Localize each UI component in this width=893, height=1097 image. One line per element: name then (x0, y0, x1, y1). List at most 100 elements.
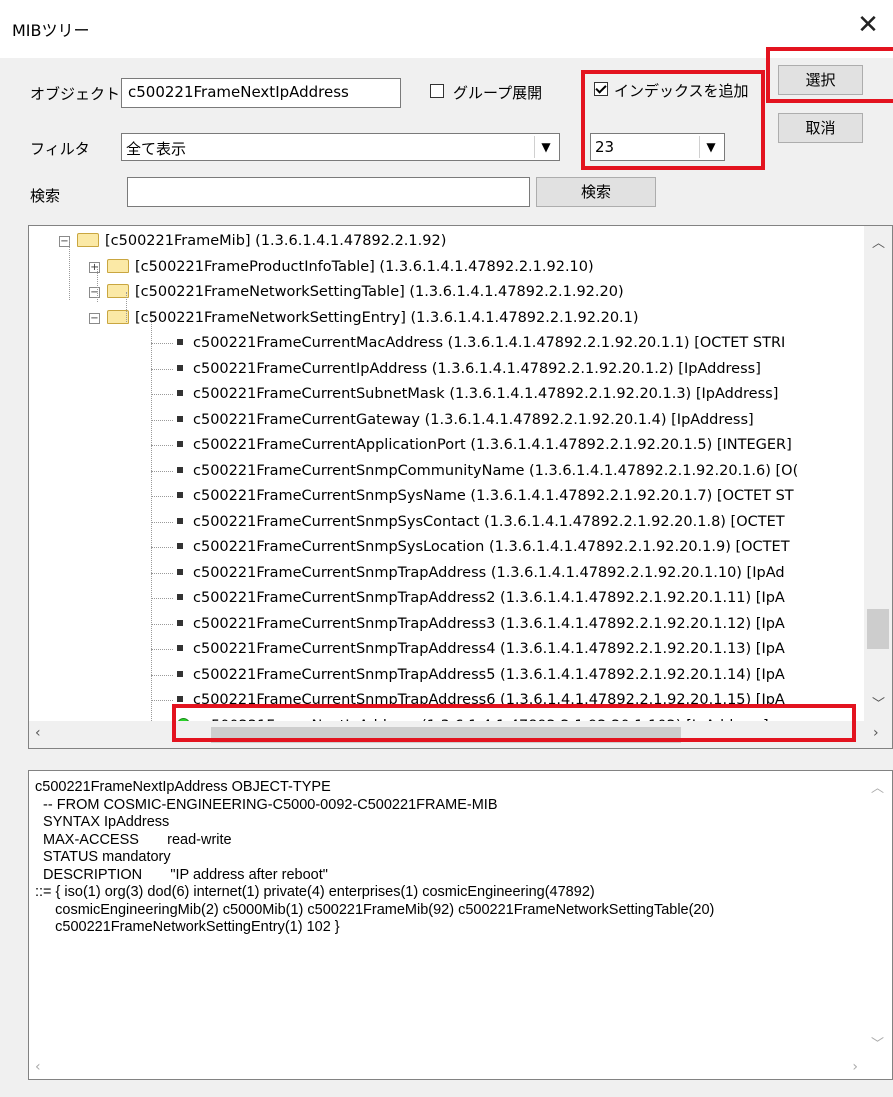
tree-connector (151, 623, 173, 625)
window-title: MIBツリー (12, 21, 90, 40)
mib-description-panel[interactable]: c500221FrameNextIpAddress OBJECT-TYPE --… (28, 770, 893, 1080)
tree-node-label: c500221FrameCurrentSnmpSysContact (1.3.6… (193, 513, 785, 530)
tree-folder-node[interactable]: [c500221FrameMib] (1.3.6.1.4.1.47892.2.1… (77, 229, 446, 253)
leaf-icon (177, 645, 183, 651)
tree-connector (151, 470, 173, 472)
tree-connector (151, 343, 173, 344)
tree-leaf-node[interactable]: c500221FrameCurrentSnmpTrapAddress2 (1.3… (177, 586, 785, 610)
tree-node-label: c500221FrameCurrentSnmpTrapAddress4 (1.3… (193, 641, 785, 657)
tree-connector (151, 598, 173, 599)
tree-folder-node[interactable]: [c500221FrameNetworkSettingTable] (1.3.6… (107, 280, 624, 304)
mib-tree[interactable]: − [c500221FrameMib] (1.3.6.1.4.1.47892.2.… (28, 225, 893, 749)
tree-node-label: [c500221FrameNetworkSettingEntry] (1.3.6… (135, 309, 639, 326)
tree-connector (97, 266, 98, 302)
tree-connector (69, 240, 70, 300)
tree-leaf-node[interactable]: c500221FrameCurrentSnmpSysContact (1.3.6… (177, 510, 785, 534)
chevron-down-icon[interactable]: ▼ (534, 136, 557, 158)
leaf-icon (177, 543, 183, 549)
group-expand-label: グループ展開 (453, 84, 543, 102)
leaf-icon (177, 390, 183, 396)
tree-connector (151, 547, 173, 548)
tree-leaf-node[interactable]: c500221FrameCurrentSnmpCommunityName (1.… (177, 459, 798, 483)
tree-folder-node[interactable]: [c500221FrameProductInfoTable] (1.3.6.1.… (107, 255, 594, 279)
tree-connector (151, 649, 173, 650)
tree-node-label: c500221FrameCurrentSnmpTrapAddress2 (1.3… (193, 590, 785, 606)
tree-node-label: [c500221FrameProductInfoTable] (1.3.6.1.… (135, 258, 594, 275)
highlight-select-box (766, 47, 893, 103)
folder-icon (107, 258, 129, 273)
tree-node-label: c500221FrameCurrentSnmpSysLocation (1.3.… (193, 539, 790, 555)
leaf-icon (177, 568, 183, 575)
leaf-icon (177, 415, 183, 422)
tree-node-label: c500221FrameCurrentSnmpTrapAddress5 (1.3… (193, 666, 785, 683)
leaf-icon (177, 364, 183, 371)
tree-leaf-node[interactable]: c500221FrameCurrentSnmpTrapAddress (1.3.… (177, 561, 785, 585)
tree-leaf-node[interactable]: c500221FrameCurrentIpAddress (1.3.6.1.4.… (177, 357, 761, 381)
desc-scroll-up-icon[interactable]: ︿ (871, 777, 884, 796)
tree-leaf-node[interactable]: c500221FrameCurrentMacAddress (1.3.6.1.4… (177, 331, 785, 355)
leaf-icon (177, 441, 183, 447)
tree-leaf-node[interactable]: c500221FrameCurrentSnmpTrapAddress4 (1.3… (177, 637, 785, 661)
tree-connector (151, 368, 173, 370)
desc-scroll-left-icon[interactable]: ‹ (35, 1059, 41, 1075)
leaf-icon (177, 594, 183, 600)
tree-connector (151, 700, 173, 701)
scroll-up-icon[interactable]: ︿ (872, 232, 885, 251)
tree-node-label: c500221FrameCurrentIpAddress (1.3.6.1.4.… (193, 360, 761, 377)
tree-connector (151, 445, 173, 446)
tree-connector (151, 521, 173, 523)
tree-leaf-node[interactable]: c500221FrameCurrentSnmpTrapAddress3 (1.3… (177, 612, 785, 636)
tree-node-label: c500221FrameCurrentApplicationPort (1.3.… (193, 437, 792, 453)
desc-scroll-right-icon[interactable]: › (852, 1059, 858, 1075)
leaf-icon (177, 517, 183, 524)
scroll-down-icon[interactable]: ﹀ (872, 693, 885, 712)
tree-node-label: c500221FrameCurrentSnmpCommunityName (1.… (193, 462, 799, 479)
collapse-icon[interactable]: − (89, 312, 100, 324)
tree-connector (151, 572, 173, 574)
tree-connector (151, 496, 173, 497)
tree-leaf-node[interactable]: c500221FrameCurrentGateway (1.3.6.1.4.1.… (177, 408, 754, 432)
filter-value: 全て表示 (126, 140, 187, 158)
collapse-icon[interactable]: − (89, 287, 100, 298)
tree-leaf-node[interactable]: c500221FrameCurrentApplicationPort (1.3.… (177, 433, 792, 457)
tree-folder-node[interactable]: [c500221FrameNetworkSettingEntry] (1.3.6… (107, 306, 639, 330)
leaf-icon (177, 670, 183, 677)
close-icon[interactable]: ✕ (853, 10, 883, 40)
tree-node-label: [c500221FrameNetworkSettingTable] (1.3.6… (135, 284, 624, 300)
title-bar: MIBツリー ✕ (0, 0, 893, 58)
object-label: オブジェクト (30, 85, 121, 103)
leaf-icon (177, 339, 183, 345)
tree-leaf-node[interactable]: c500221FrameCurrentSnmpSysLocation (1.3.… (177, 535, 790, 559)
leaf-icon (177, 619, 183, 626)
tree-node-label: c500221FrameCurrentSubnetMask (1.3.6.1.4… (193, 386, 779, 402)
highlight-selected-node (172, 704, 856, 742)
group-expand-checkbox[interactable] (430, 84, 444, 98)
search-input[interactable] (127, 177, 530, 207)
tree-connector (126, 292, 127, 322)
scroll-left-icon[interactable]: ‹ (35, 725, 41, 741)
tree-connector (151, 419, 173, 421)
expand-icon[interactable]: + (89, 261, 100, 273)
highlight-index-box (581, 70, 765, 170)
tree-connector (151, 674, 173, 676)
tree-vscroll-thumb[interactable] (867, 609, 889, 649)
object-field[interactable]: c500221FrameNextIpAddress (121, 78, 401, 108)
cancel-button[interactable]: 取消 (778, 113, 863, 143)
folder-icon (77, 233, 99, 247)
filter-dropdown[interactable]: 全て表示 ▼ (121, 133, 560, 161)
mib-description-text: c500221FrameNextIpAddress OBJECT-TYPE --… (35, 779, 715, 935)
leaf-icon (177, 466, 183, 473)
tree-leaf-node[interactable]: c500221FrameCurrentSubnetMask (1.3.6.1.4… (177, 382, 778, 406)
tree-node-label: c500221FrameCurrentSnmpSysName (1.3.6.1.… (193, 488, 794, 504)
leaf-icon (177, 696, 183, 702)
desc-scroll-down-icon[interactable]: ﹀ (871, 1033, 884, 1052)
tree-node-label: c500221FrameCurrentMacAddress (1.3.6.1.4… (193, 335, 786, 351)
filter-label: フィルタ (30, 140, 90, 158)
tree-leaf-node[interactable]: c500221FrameCurrentSnmpSysName (1.3.6.1.… (177, 484, 794, 508)
tree-node-label: c500221FrameCurrentSnmpTrapAddress (1.3.… (193, 564, 785, 581)
tree-leaf-node[interactable]: c500221FrameCurrentSnmpTrapAddress5 (1.3… (177, 663, 785, 687)
tree-node-label: c500221FrameCurrentSnmpTrapAddress3 (1.3… (193, 615, 785, 632)
search-button[interactable]: 検索 (536, 177, 656, 207)
tree-vertical-scrollbar[interactable]: ︿ ﹀ (864, 226, 892, 721)
scroll-right-icon[interactable]: › (873, 725, 879, 741)
